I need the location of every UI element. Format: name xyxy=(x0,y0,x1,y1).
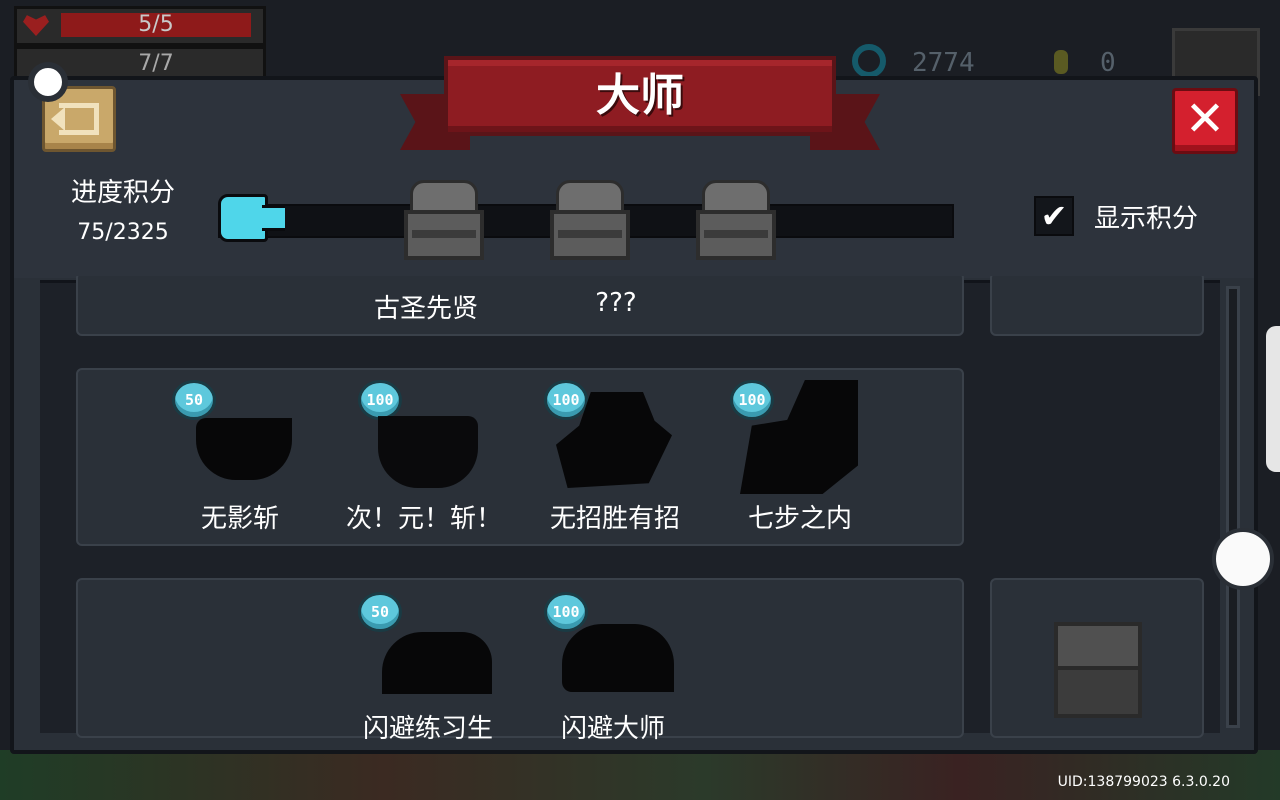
gem-count: 2774 xyxy=(912,48,975,78)
close-button[interactable]: ✕ xyxy=(1172,88,1238,154)
achievement-label: 闪避练习生 xyxy=(362,714,493,744)
achievement-label: 次！元！斩！ xyxy=(346,504,503,534)
points-badge: 100 xyxy=(730,380,774,420)
chest-icon[interactable] xyxy=(1054,622,1142,718)
row-reward-card xyxy=(990,272,1204,336)
points-badge: 100 xyxy=(358,380,402,420)
title-banner: 大师 xyxy=(400,56,880,156)
check-icon: ✔ xyxy=(1040,197,1068,235)
coin-icon xyxy=(1054,50,1068,74)
points-badge: 50 xyxy=(358,592,402,632)
achievement-icon-locked[interactable] xyxy=(196,418,292,480)
points-badge: 50 xyxy=(172,380,216,420)
achievement-icon-locked[interactable] xyxy=(382,632,492,694)
uid-label: UID:138799023 6.3.0.20 xyxy=(1057,774,1230,790)
scroll-thumb[interactable] xyxy=(1212,528,1274,590)
armor-value: 7/7 xyxy=(138,51,174,76)
achievement-label: 无招胜有招 xyxy=(549,504,680,534)
points-badge: 100 xyxy=(544,592,588,632)
hp-bar: 5/5 xyxy=(14,6,266,46)
progress-value: 75/2325 xyxy=(77,220,169,245)
back-icon xyxy=(59,103,99,135)
chest-icon[interactable] xyxy=(696,180,776,262)
heart-icon xyxy=(23,15,49,36)
achievement-icon-locked[interactable] xyxy=(562,624,674,692)
close-icon: ✕ xyxy=(1184,91,1226,147)
chest-icon[interactable] xyxy=(550,180,630,262)
edge-handle[interactable] xyxy=(1266,326,1280,472)
achievement-label: 七步之内 xyxy=(747,504,852,534)
coin-count: 0 xyxy=(1100,48,1116,78)
achievement-label: ??? xyxy=(595,288,637,318)
achievement-row xyxy=(76,272,964,336)
hp-value: 5/5 xyxy=(138,12,174,37)
achievement-label: 无影斩 xyxy=(200,504,279,534)
achievement-label: 闪避大师 xyxy=(560,714,665,744)
achievement-icon-locked[interactable] xyxy=(378,416,478,488)
scrollbar-track[interactable] xyxy=(1226,286,1240,728)
dialog-title: 大师 xyxy=(596,70,684,121)
chest-icon[interactable] xyxy=(404,180,484,262)
show-points-checkbox[interactable]: ✔ xyxy=(1034,196,1074,236)
floating-assist-button[interactable] xyxy=(28,62,68,102)
achievement-row xyxy=(76,578,964,738)
progress-label: 进度积分 xyxy=(70,178,175,208)
points-badge: 100 xyxy=(544,380,588,420)
achievement-label: 古圣先贤 xyxy=(373,294,478,324)
show-points-label: 显示积分 xyxy=(1094,204,1199,234)
